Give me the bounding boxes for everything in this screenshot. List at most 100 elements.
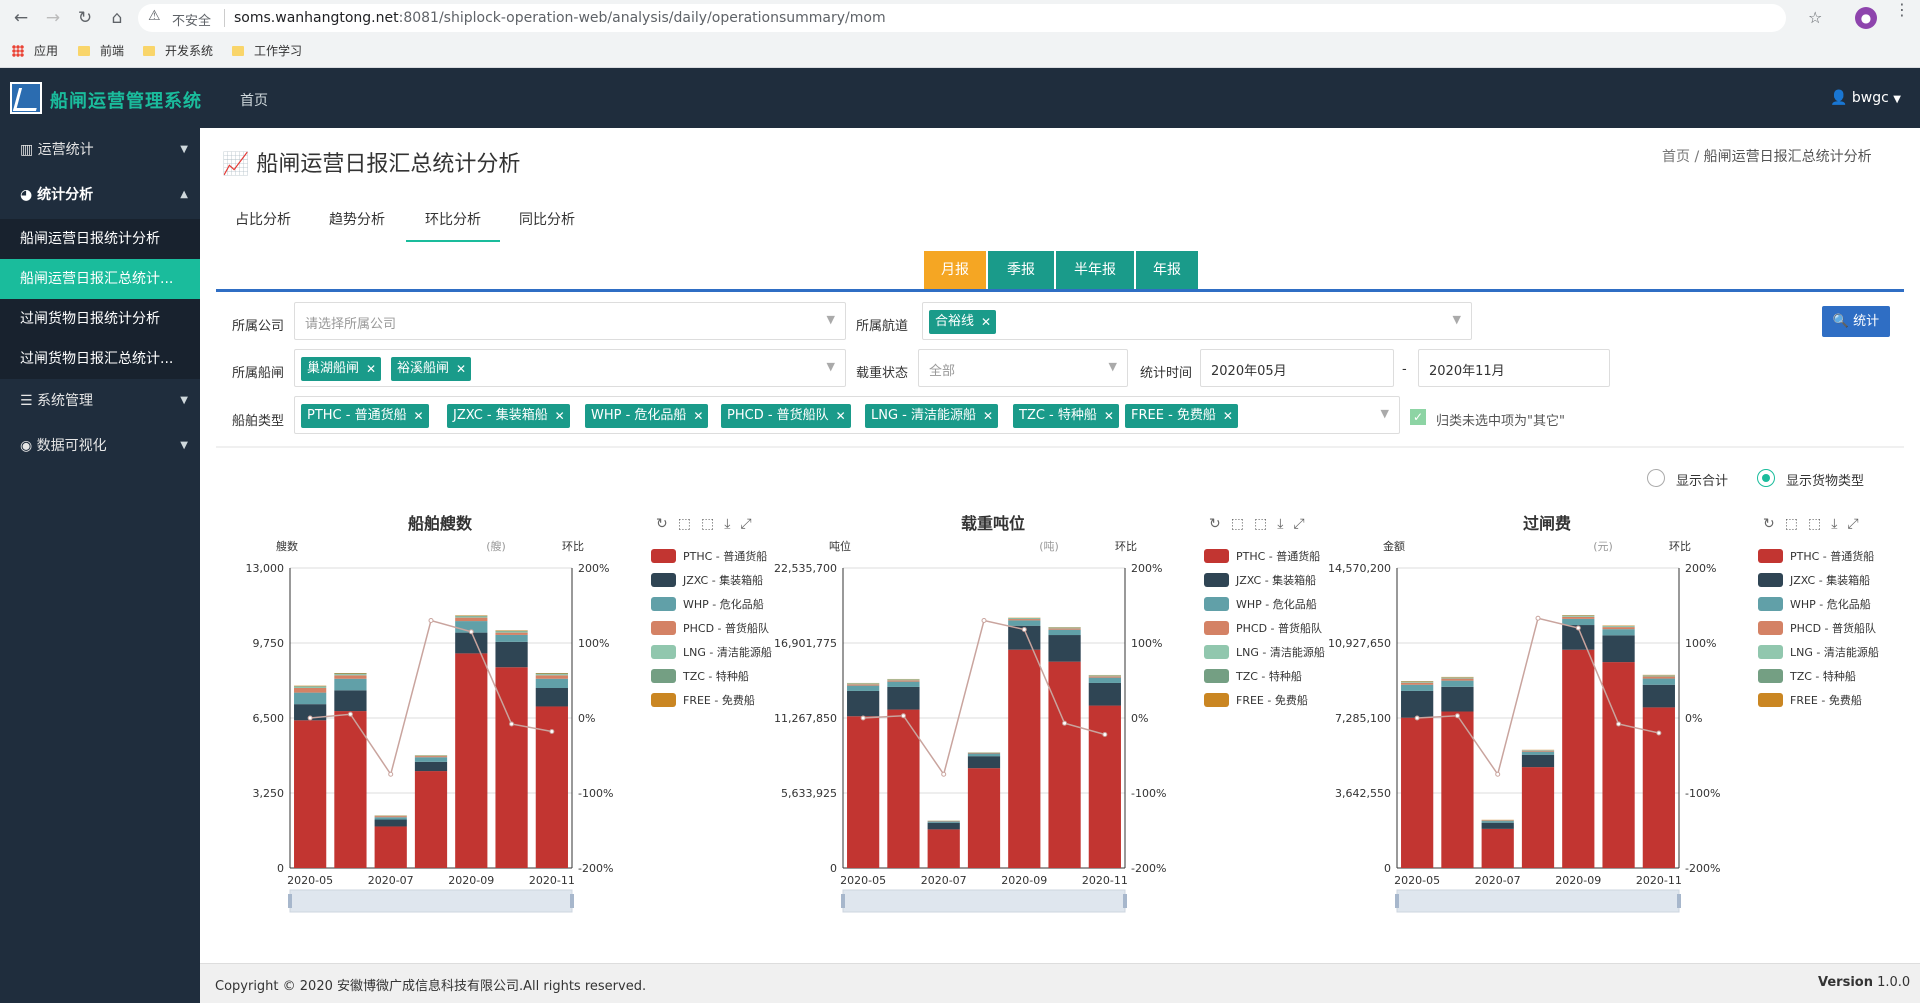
browser-menu-icon[interactable]: ⋮ bbox=[1894, 2, 1910, 18]
forward-icon[interactable]: → bbox=[42, 7, 64, 29]
close-icon[interactable]: ✕ bbox=[981, 310, 991, 334]
y-tick-label: 5,633,925 bbox=[781, 787, 837, 800]
refresh-icon[interactable]: ↻ bbox=[1209, 516, 1231, 532]
close-icon[interactable]: ✕ bbox=[555, 404, 565, 428]
show-cargo-type-radio[interactable] bbox=[1757, 469, 1775, 487]
tab-mom[interactable]: 环比分析 bbox=[406, 202, 500, 242]
close-icon[interactable]: ✕ bbox=[366, 357, 376, 381]
bookmark-apps[interactable]: 应用 bbox=[12, 42, 58, 59]
sidebar-item-daily-summary[interactable]: 船闸运营日报汇总统计... bbox=[0, 259, 200, 299]
shiptype-chip[interactable]: PTHC - 普通货船 ✕ bbox=[301, 404, 429, 428]
shiptype-select[interactable]: PTHC - 普通货船 ✕ JZXC - 集装箱船 ✕ WHP - 危化品船 ✕ PH… bbox=[294, 396, 1400, 434]
zoom-reset-icon[interactable]: ⬚ bbox=[701, 516, 724, 532]
y-axis-label: 吨位 bbox=[829, 539, 851, 553]
other-checkbox[interactable]: ✓ bbox=[1410, 409, 1426, 425]
bar-segment bbox=[1521, 754, 1555, 768]
version-text: Version 1.0.0 bbox=[1818, 975, 1911, 990]
reload-icon[interactable]: ↻ bbox=[74, 7, 96, 29]
x-tick-label: 2020-09 bbox=[1555, 874, 1601, 887]
period-quarter-button[interactable]: 季报 bbox=[988, 251, 1054, 289]
period-month-button[interactable]: 月报 bbox=[924, 251, 986, 289]
close-icon[interactable]: ✕ bbox=[836, 404, 846, 428]
security-label: 不安全 bbox=[172, 14, 212, 29]
route-chip[interactable]: 合裕线 ✕ bbox=[929, 310, 997, 334]
zoom-reset-icon[interactable]: ⬚ bbox=[1254, 516, 1277, 532]
load-select[interactable]: 全部 ▼ bbox=[918, 349, 1128, 387]
sidebar-item-cargo-summary[interactable]: 过闸货物日报汇总统计... bbox=[0, 339, 200, 379]
download-icon[interactable]: ⤓ bbox=[724, 516, 740, 532]
user-menu[interactable]: 👤 bwgc ▼ bbox=[1830, 90, 1901, 106]
close-icon[interactable]: ✕ bbox=[456, 357, 466, 381]
bookmark-dev[interactable]: 开发系统 bbox=[143, 42, 213, 59]
shiptype-chip[interactable]: WHP - 危化品船 ✕ bbox=[585, 404, 709, 428]
time-end-input[interactable]: 2020年11月 bbox=[1418, 349, 1610, 387]
bar-segment bbox=[847, 716, 880, 868]
sidebar-item-system[interactable]: ☰ 系统管理 ▼ bbox=[0, 381, 200, 421]
bar-segment bbox=[1441, 677, 1474, 679]
tab-share[interactable]: 占比分析 bbox=[222, 202, 304, 242]
breadcrumb-home[interactable]: 首页 bbox=[1662, 149, 1690, 165]
shiptype-chip[interactable]: JZXC - 集装箱船 ✕ bbox=[447, 404, 570, 428]
bar-segment bbox=[1441, 711, 1474, 868]
fullscreen-icon[interactable]: ⤢ bbox=[1847, 516, 1868, 532]
sidebar-item-operations[interactable]: ▥ 运营统计 ▼ bbox=[0, 130, 200, 170]
bar-segment bbox=[535, 688, 568, 707]
nav-home-link[interactable]: 首页 bbox=[240, 90, 268, 110]
fullscreen-icon[interactable]: ⤢ bbox=[740, 516, 761, 532]
sidebar-item-daily-analysis[interactable]: 船闸运营日报统计分析 bbox=[0, 219, 200, 259]
show-total-radio[interactable] bbox=[1647, 469, 1665, 487]
chevron-down-icon: ▼ bbox=[1380, 407, 1389, 420]
bookmark-study[interactable]: 工作学习 bbox=[232, 42, 302, 59]
lock-chip[interactable]: 裕溪船闸 ✕ bbox=[391, 357, 472, 381]
refresh-icon[interactable]: ↻ bbox=[1763, 516, 1785, 532]
x-tick-label: 2020-05 bbox=[1394, 874, 1440, 887]
profile-avatar[interactable]: ● bbox=[1855, 7, 1877, 29]
bar-segment bbox=[1481, 828, 1514, 868]
route-select[interactable]: 合裕线 ✕ ▼ bbox=[922, 302, 1472, 340]
zoom-handle bbox=[841, 894, 845, 908]
download-icon[interactable]: ⤓ bbox=[1277, 516, 1293, 532]
home-icon[interactable]: ⌂ bbox=[106, 7, 128, 29]
refresh-icon[interactable]: ↻ bbox=[656, 516, 678, 532]
shiptype-chip[interactable]: LNG - 清洁能源船 ✕ bbox=[865, 404, 998, 428]
close-icon[interactable]: ✕ bbox=[1223, 404, 1233, 428]
period-year-button[interactable]: 年报 bbox=[1136, 251, 1198, 289]
sidebar-item-analysis[interactable]: ◕ 统计分析 ▲ bbox=[0, 175, 200, 215]
zoom-icon[interactable]: ⬚ bbox=[1231, 516, 1254, 532]
sidebar-item-visualization[interactable]: ◉ 数据可视化 ▼ bbox=[0, 426, 200, 466]
bookmark-star-icon[interactable]: ☆ bbox=[1808, 8, 1822, 27]
load-label: 载重状态 bbox=[856, 366, 909, 381]
lock-select[interactable]: 巢湖船闸 ✕ 裕溪船闸 ✕ ▼ bbox=[294, 349, 846, 387]
bar-segment bbox=[887, 680, 920, 682]
legend-swatch bbox=[1758, 693, 1783, 707]
close-icon[interactable]: ✕ bbox=[983, 404, 993, 428]
lock-chip[interactable]: 巢湖船闸 ✕ bbox=[301, 357, 382, 381]
back-icon[interactable]: ← bbox=[10, 7, 32, 29]
company-select[interactable]: 请选择所属公司 ▼ bbox=[294, 302, 846, 340]
zoom-icon[interactable]: ⬚ bbox=[1785, 516, 1808, 532]
username: bwgc bbox=[1851, 90, 1889, 106]
close-icon[interactable]: ✕ bbox=[693, 404, 703, 428]
bar-segment bbox=[927, 822, 960, 830]
time-start-input[interactable]: 2020年05月 bbox=[1200, 349, 1394, 387]
bar-segment bbox=[334, 678, 367, 691]
download-icon[interactable]: ⤓ bbox=[1831, 516, 1847, 532]
zoom-reset-icon[interactable]: ⬚ bbox=[1808, 516, 1831, 532]
zoom-icon[interactable]: ⬚ bbox=[678, 516, 701, 532]
close-icon[interactable]: ✕ bbox=[414, 404, 424, 428]
url-text[interactable]: soms.wanhangtong.net:8081/shiplock-opera… bbox=[234, 10, 886, 26]
stat-button[interactable]: 🔍 统计 bbox=[1822, 306, 1890, 337]
period-halfyear-button[interactable]: 半年报 bbox=[1056, 251, 1134, 289]
shiptype-chip[interactable]: TZC - 特种船 ✕ bbox=[1013, 404, 1119, 428]
address-bar[interactable]: ⚠ 不安全 soms.wanhangtong.net:8081/shiplock… bbox=[138, 4, 1786, 32]
shiptype-chip[interactable]: FREE - 免费船 ✕ bbox=[1125, 404, 1238, 428]
tab-yoy[interactable]: 同比分析 bbox=[500, 202, 594, 242]
bar-segment bbox=[294, 688, 327, 693]
fullscreen-icon[interactable]: ⤢ bbox=[1293, 516, 1314, 532]
close-icon[interactable]: ✕ bbox=[1104, 404, 1114, 428]
legend-label: LNG - 清洁能源船 bbox=[683, 646, 772, 659]
sidebar-item-cargo-analysis[interactable]: 过闸货物日报统计分析 bbox=[0, 299, 200, 339]
shiptype-chip[interactable]: PHCD - 普货船队 ✕ bbox=[721, 404, 851, 428]
bookmark-frontend[interactable]: 前端 bbox=[78, 42, 124, 59]
tab-trend[interactable]: 趋势分析 bbox=[310, 202, 404, 242]
